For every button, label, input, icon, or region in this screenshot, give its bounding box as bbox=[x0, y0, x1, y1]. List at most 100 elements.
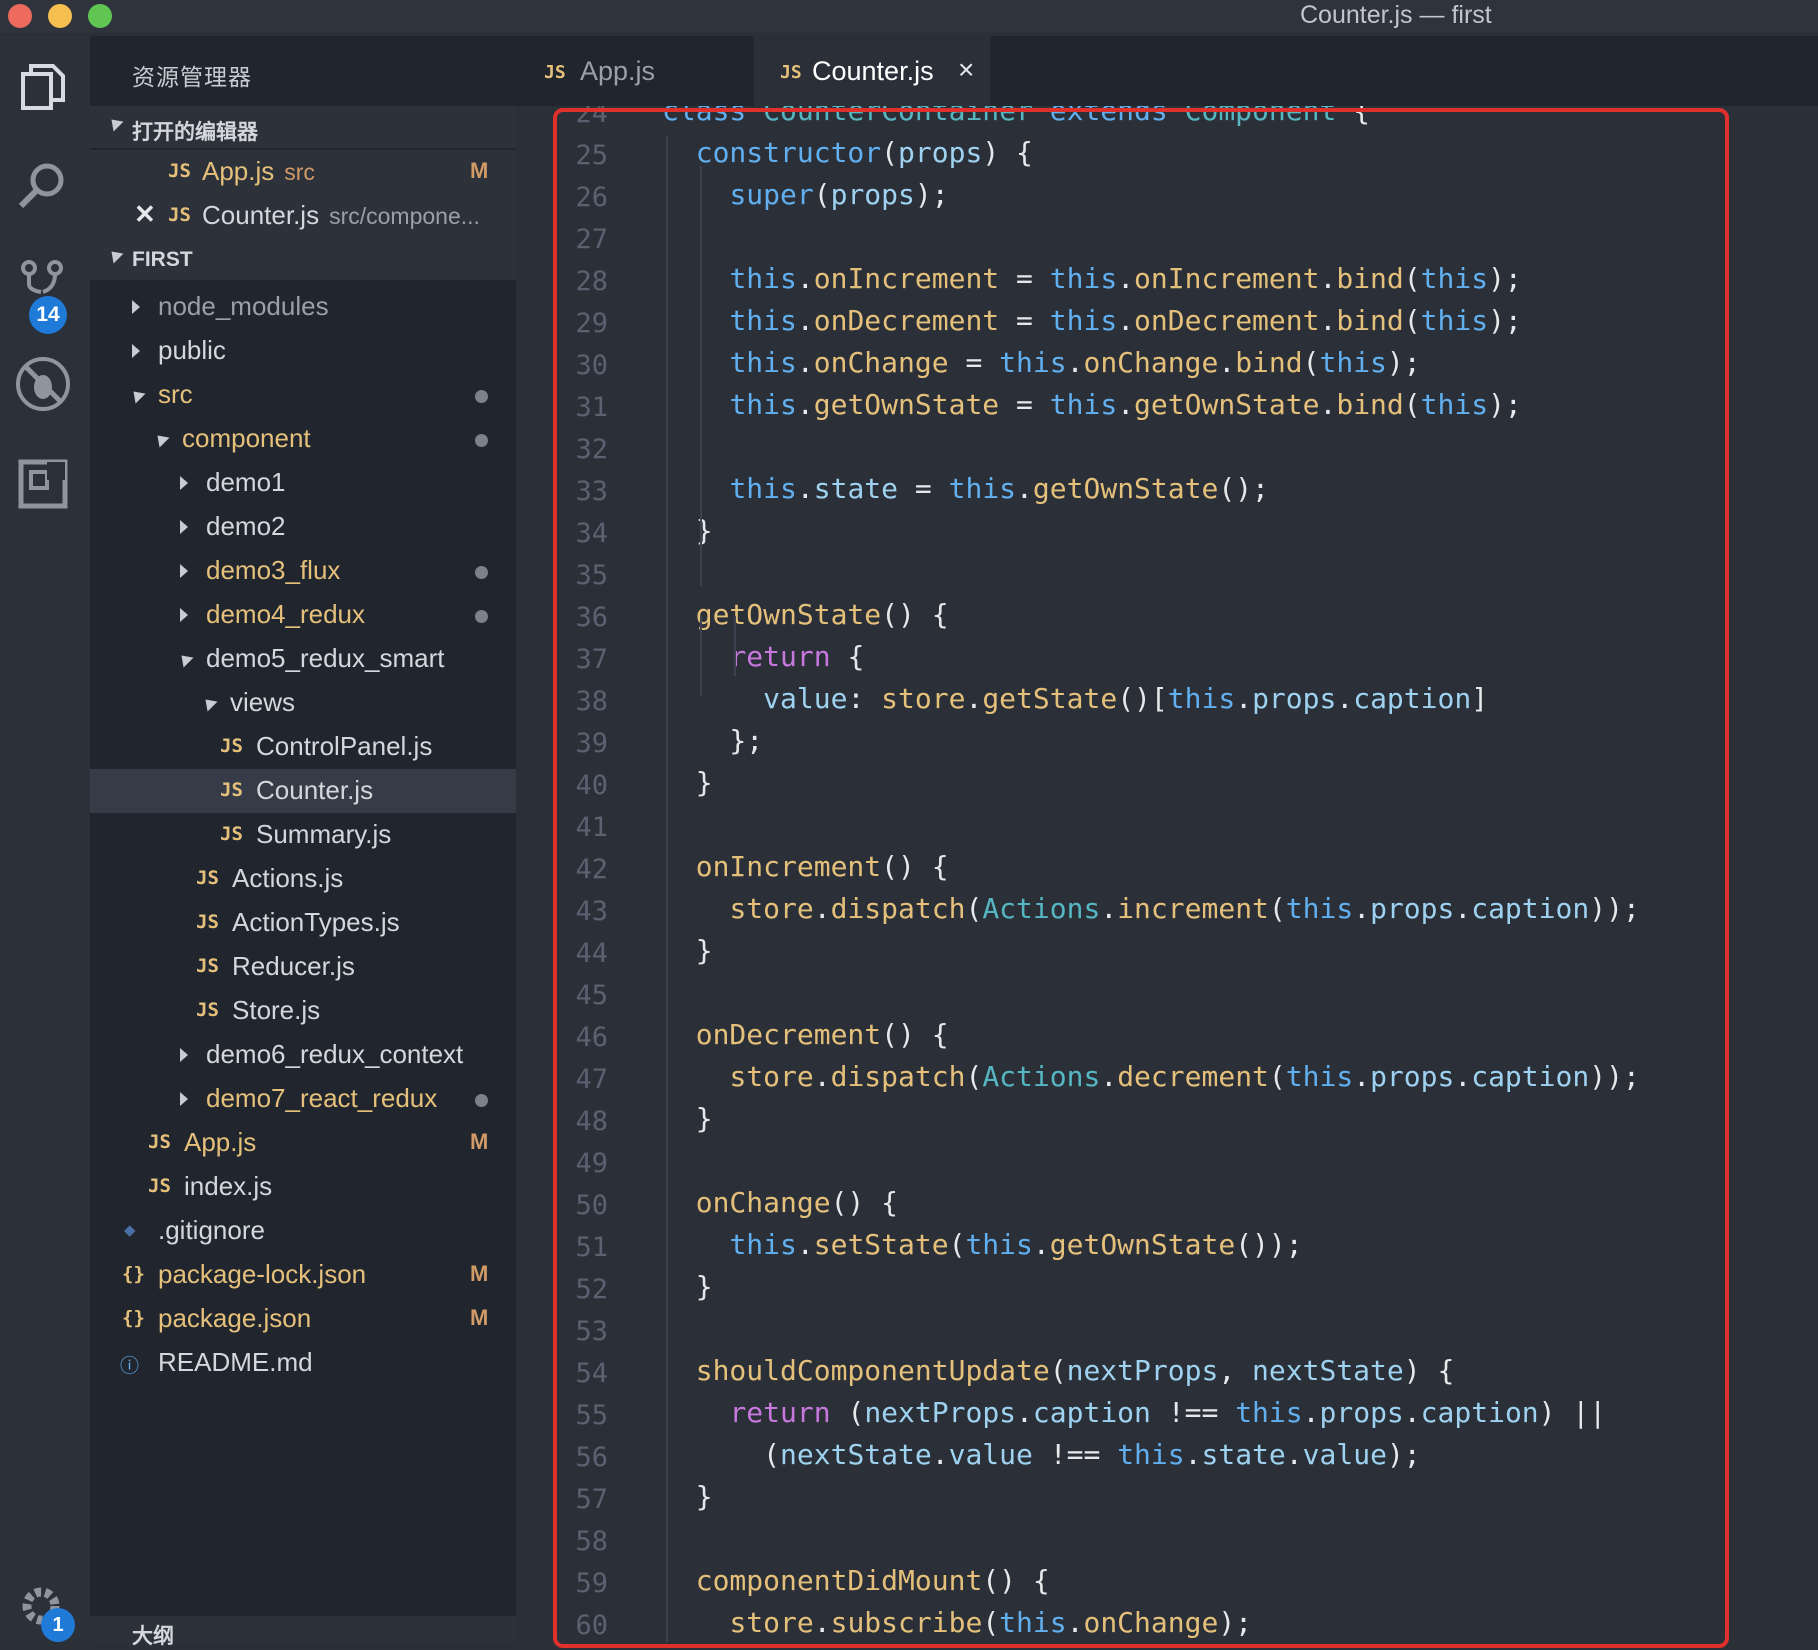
window-title: Counter.js — first bbox=[1300, 1, 1492, 29]
maximize-window-button[interactable] bbox=[88, 4, 112, 28]
folder-name: demo2 bbox=[206, 511, 286, 541]
js-file-icon: JS bbox=[168, 160, 191, 182]
expand-arrow-icon bbox=[180, 1048, 188, 1062]
tree-folder[interactable]: demo2 bbox=[90, 505, 516, 549]
tree-folder[interactable]: views bbox=[90, 681, 516, 725]
expand-arrow-icon bbox=[180, 1092, 188, 1106]
project-header[interactable]: FIRST bbox=[90, 238, 516, 280]
tree-file[interactable]: ⓘ README.md bbox=[90, 1341, 516, 1385]
line-number: 29 bbox=[575, 308, 608, 339]
code-line: return (nextProps.caption !== this.props… bbox=[729, 1396, 1607, 1429]
json-file-icon: {} bbox=[122, 1263, 145, 1285]
activity-bar: 14 1 bbox=[0, 36, 90, 1642]
collapse-arrow-icon bbox=[106, 246, 124, 264]
line-number: 28 bbox=[575, 266, 608, 297]
tree-folder[interactable]: demo5_redux_smart bbox=[90, 637, 516, 681]
line-number: 38 bbox=[575, 686, 608, 717]
tree-file[interactable]: JS App.js M bbox=[90, 1121, 516, 1165]
js-file-icon: JS bbox=[220, 823, 243, 845]
line-number: 32 bbox=[575, 434, 608, 465]
search-icon[interactable] bbox=[13, 156, 73, 216]
code-editor[interactable]: 24 class CounterContainer extends Compone… bbox=[516, 106, 1818, 1642]
open-editors-header[interactable]: 打开的编辑器 bbox=[90, 106, 516, 148]
close-icon[interactable]: ✕ bbox=[134, 199, 156, 230]
collapse-arrow-icon bbox=[176, 650, 194, 668]
file-name: ActionTypes.js bbox=[232, 907, 400, 937]
files-icon[interactable] bbox=[13, 58, 73, 118]
line-number: 51 bbox=[575, 1232, 608, 1263]
file-name: Actions.js bbox=[232, 863, 344, 893]
code-line: super(props); bbox=[729, 178, 949, 211]
code-line: value: store.getState()[this.props.capti… bbox=[763, 682, 1489, 715]
code-line: this.onIncrement = this.onIncrement.bind… bbox=[729, 262, 1522, 295]
close-icon[interactable]: × bbox=[958, 54, 974, 86]
js-file-icon: JS bbox=[196, 955, 219, 977]
collapse-arrow-icon bbox=[128, 386, 146, 404]
tree-folder[interactable]: demo1 bbox=[90, 461, 516, 505]
line-number: 37 bbox=[575, 644, 608, 675]
tree-file[interactable]: JS ActionTypes.js bbox=[90, 901, 516, 945]
tree-folder[interactable]: demo4_redux bbox=[90, 593, 516, 637]
collapse-arrow-icon bbox=[152, 430, 170, 448]
code-line: onDecrement() { bbox=[695, 1018, 949, 1051]
code-line: this.getOwnState = this.getOwnState.bind… bbox=[729, 388, 1522, 421]
code-line: return { bbox=[729, 640, 865, 673]
folder-name: demo1 bbox=[206, 467, 286, 497]
close-window-button[interactable] bbox=[8, 4, 32, 28]
tree-folder[interactable]: demo7_react_redux bbox=[90, 1077, 516, 1121]
line-number: 30 bbox=[575, 350, 608, 381]
gear-icon[interactable]: 1 bbox=[13, 1576, 75, 1642]
tree-folder[interactable]: public bbox=[90, 329, 516, 373]
code-line: componentDidMount() { bbox=[695, 1564, 1050, 1597]
line-number: 57 bbox=[575, 1484, 608, 1515]
tree-folder[interactable]: src bbox=[90, 373, 516, 417]
js-file-icon: JS bbox=[220, 779, 243, 801]
info-icon: ⓘ bbox=[120, 1355, 140, 1377]
editor-tab-bar: JS App.js JS Counter.js × bbox=[516, 36, 1818, 106]
tree-file[interactable]: {} package-lock.json M bbox=[90, 1253, 516, 1297]
line-number: 43 bbox=[575, 896, 608, 927]
code-line: } bbox=[662, 514, 713, 547]
minimize-window-button[interactable] bbox=[48, 4, 72, 28]
code-line: class CounterContainer extends Component… bbox=[662, 106, 1371, 127]
tree-file[interactable]: JS Summary.js bbox=[90, 813, 516, 857]
tree-file[interactable]: JS ControlPanel.js bbox=[90, 725, 516, 769]
line-number: 58 bbox=[575, 1526, 608, 1557]
expand-arrow-icon bbox=[132, 344, 140, 358]
outline-header[interactable]: 大纲 bbox=[90, 1616, 516, 1648]
tree-folder[interactable]: component bbox=[90, 417, 516, 461]
tree-file[interactable]: ◆ .gitignore bbox=[90, 1209, 516, 1253]
tree-file[interactable]: JS index.js bbox=[90, 1165, 516, 1209]
tab-app-js[interactable]: JS App.js bbox=[516, 36, 752, 106]
open-editor-item[interactable]: ✕ JS Counter.js src/compone... bbox=[90, 194, 516, 238]
tree-folder[interactable]: node_modules bbox=[90, 285, 516, 329]
tree-file[interactable]: JS Store.js bbox=[90, 989, 516, 1033]
open-editor-item[interactable]: JS App.js src M bbox=[90, 150, 516, 194]
code-line: } bbox=[662, 766, 713, 799]
js-file-icon: JS bbox=[148, 1175, 171, 1197]
folder-name: public bbox=[158, 335, 226, 365]
modified-dot bbox=[475, 390, 488, 403]
tree-file[interactable]: {} package.json M bbox=[90, 1297, 516, 1341]
file-name: package-lock.json bbox=[158, 1259, 367, 1289]
code-line: this.onChange = this.onChange.bind(this)… bbox=[729, 346, 1421, 379]
tree-folder[interactable]: demo6_redux_context bbox=[90, 1033, 516, 1077]
tree-file[interactable]: JS Actions.js bbox=[90, 857, 516, 901]
tab-counter-js[interactable]: JS Counter.js × bbox=[754, 36, 990, 106]
line-number: 31 bbox=[575, 392, 608, 423]
extensions-icon[interactable] bbox=[13, 454, 73, 514]
code-line: store.dispatch(Actions.increment(this.pr… bbox=[729, 892, 1640, 925]
tree-folder[interactable]: demo3_flux bbox=[90, 549, 516, 593]
code-line: this.onDecrement = this.onDecrement.bind… bbox=[729, 304, 1522, 337]
file-name: README.md bbox=[158, 1347, 313, 1377]
indent-guide bbox=[666, 136, 668, 1642]
code-line: this.setState(this.getOwnState()); bbox=[729, 1228, 1303, 1261]
debug-icon[interactable] bbox=[13, 354, 73, 414]
js-file-icon: JS bbox=[148, 1131, 171, 1153]
tree-file-selected[interactable]: JS Counter.js bbox=[90, 769, 516, 813]
tree-file[interactable]: JS Reducer.js bbox=[90, 945, 516, 989]
code-line: }; bbox=[662, 724, 764, 757]
file-name: ControlPanel.js bbox=[256, 731, 433, 761]
source-control-icon[interactable]: 14 bbox=[13, 254, 73, 334]
line-number: 59 bbox=[575, 1568, 608, 1599]
